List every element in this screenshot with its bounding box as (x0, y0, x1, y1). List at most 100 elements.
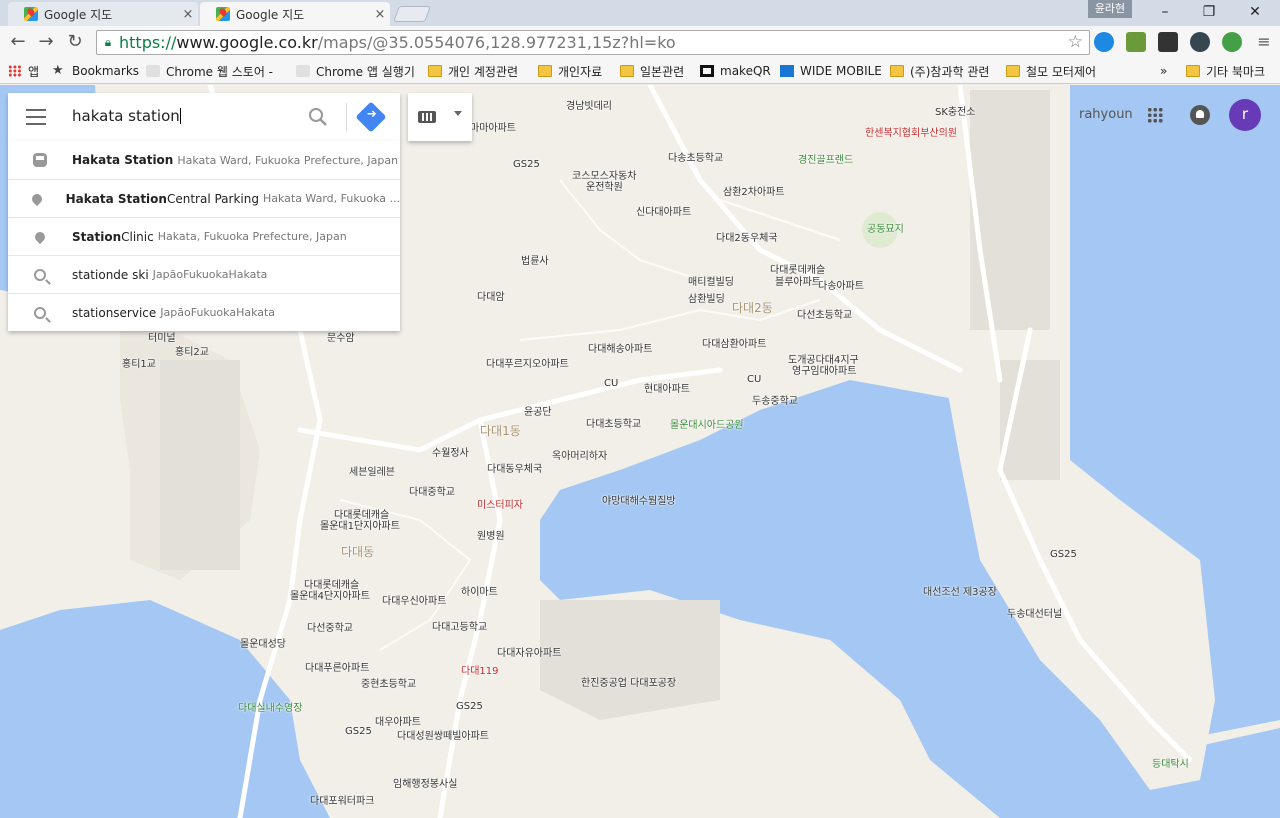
bookmarks-overflow-button[interactable]: » (1160, 62, 1167, 80)
map-label[interactable]: 한진중공업 다대포공장 (581, 674, 676, 689)
map-label[interactable]: 하이마트 (461, 583, 498, 598)
forward-icon[interactable]: → (34, 30, 58, 54)
map-label[interactable]: 다대암 (477, 288, 505, 303)
map-label[interactable]: 몰운대성당 (240, 635, 286, 650)
map-label[interactable]: 몰운대시아드공원 (670, 416, 744, 431)
map-label[interactable]: SK충전소 (935, 103, 976, 118)
suggestion-item[interactable]: station de ski JapãoFukuokaHakata (8, 255, 400, 293)
bookmark-folder[interactable]: 개인자료 (538, 62, 602, 80)
suggestion-item[interactable]: Hakata Station Hakata Ward, Fukuoka Prefe… (8, 141, 400, 179)
map-label[interactable]: 미스터피자 (477, 496, 523, 511)
bookmark-webstore[interactable]: Chrome 웹 스토어 - (146, 62, 273, 80)
map-label[interactable]: 다대자유아파트 (497, 644, 561, 659)
map-label[interactable]: 홍티1교 (122, 355, 156, 370)
search-input[interactable]: hakata station (72, 107, 181, 125)
bookmark-wide-mobile[interactable]: WIDE MOBILE (780, 62, 882, 80)
account-name[interactable]: rahyoun (1079, 107, 1133, 122)
map-label[interactable]: 현대아파트 (644, 380, 690, 395)
back-icon[interactable]: ← (6, 30, 30, 54)
notifications-icon[interactable] (1190, 105, 1210, 125)
map-label[interactable]: 법륜사 (521, 252, 549, 267)
map-label[interactable]: 경진골프랜드 (798, 151, 853, 166)
map-label[interactable]: 공동묘지 (867, 220, 904, 235)
map-label[interactable]: 블루아파트 (775, 273, 821, 288)
map-label[interactable]: GS25 (456, 701, 483, 712)
map-label[interactable]: 신다대아파트 (636, 203, 691, 218)
reload-icon[interactable]: ↻ (63, 30, 87, 54)
bookmark-folder[interactable]: 일본관련 (620, 62, 684, 80)
map-label[interactable]: 문수암 (327, 329, 355, 344)
map-label[interactable]: 영구임대아파트 (792, 362, 856, 377)
map-label[interactable]: 삼환2차아파트 (723, 183, 785, 198)
map-label[interactable]: 다선초등학교 (797, 306, 852, 321)
map-label[interactable]: GS25 (513, 159, 540, 170)
map-label[interactable]: 두송중학교 (752, 392, 798, 407)
extension-e-icon[interactable] (1190, 32, 1210, 52)
map-label[interactable]: 운전학원 (586, 178, 623, 193)
extension-green-icon[interactable] (1126, 32, 1146, 52)
map-label[interactable]: 대우아파트 (375, 713, 421, 728)
map-label[interactable]: 매티컬빌딩 (688, 273, 734, 288)
map-label[interactable]: GS25 (345, 726, 372, 737)
bookmark-folder[interactable]: 철모 모터제어 (1006, 62, 1096, 80)
map-label[interactable]: 윤공단 (524, 403, 552, 418)
directions-icon[interactable] (355, 101, 387, 133)
map-label[interactable]: 다대119 (461, 662, 499, 677)
map-label[interactable]: 수월정사 (432, 444, 469, 459)
map-label[interactable]: 등대탁시 (1152, 755, 1189, 770)
extension-leaf-icon[interactable] (1222, 32, 1242, 52)
map-label[interactable]: 다대푸른아파트 (305, 659, 369, 674)
map-label[interactable]: 다대푸르지오아파트 (486, 355, 569, 370)
map-label[interactable]: 다대성원쌍떼빌아파트 (397, 727, 489, 742)
extension-phone-icon[interactable] (1158, 32, 1178, 52)
map-label[interactable]: 다대고등학교 (432, 618, 487, 633)
extension-s-icon[interactable] (1094, 32, 1114, 52)
tab-google-maps-2[interactable]: Google 지도 × (200, 2, 390, 26)
map-label[interactable]: 임해행정봉사실 (393, 775, 457, 790)
chrome-menu-icon[interactable]: ≡ (1252, 30, 1276, 54)
map-label[interactable]: 다송아파트 (818, 277, 864, 292)
minimize-icon[interactable]: – (1142, 0, 1188, 24)
map-label[interactable]: 옥아머리하자 (552, 447, 607, 462)
map-label[interactable]: 삼환빌딩 (688, 290, 725, 305)
profile-badge[interactable]: 윤라현 (1088, 0, 1132, 18)
bookmark-app-launcher[interactable]: Chrome 앱 실행기 (296, 62, 415, 80)
menu-icon[interactable] (26, 109, 46, 125)
map-label[interactable]: 터미널 (148, 329, 176, 344)
restore-icon[interactable]: ❐ (1186, 0, 1232, 24)
tab-close-icon[interactable]: × (370, 7, 390, 22)
map-label[interactable]: 세븐일레븐 (349, 463, 395, 478)
map-label[interactable]: 야망대해수뭠질방 (602, 492, 676, 507)
map-label[interactable]: 원병원 (477, 527, 505, 542)
tab-close-icon[interactable]: × (178, 7, 198, 22)
map-label[interactable]: 다대동우체국 (487, 460, 542, 475)
avatar[interactable]: r (1229, 99, 1261, 131)
map-label[interactable]: 마마아파트 (470, 119, 516, 134)
map-label[interactable]: 다대포워터파크 (310, 792, 374, 807)
map-label[interactable]: 다대삼환아파트 (702, 335, 766, 350)
map-label[interactable]: GS25 (1050, 549, 1077, 560)
map-label[interactable]: 한센복지협회부산의원 (865, 124, 957, 139)
map-label[interactable]: 중현초등학교 (361, 675, 416, 690)
tab-google-maps-1[interactable]: Google 지도 × (8, 2, 198, 26)
map-label[interactable]: CU (604, 378, 618, 389)
suggestion-item[interactable]: Station Clinic Hakata, Fukuoka Prefecture… (8, 217, 400, 255)
map-label[interactable]: 몰운대4단지아파트 (290, 587, 370, 602)
map-label[interactable]: 다선중학교 (307, 619, 353, 634)
map-label[interactable]: 몰운대1단지아파트 (320, 517, 400, 532)
bookmark-folder[interactable]: 개인 계정관련 (428, 62, 518, 80)
search-icon[interactable] (308, 107, 328, 127)
map-label[interactable]: 다대실내수영장 (238, 699, 302, 714)
map-label[interactable]: 다송초등학교 (668, 149, 723, 164)
address-bar[interactable]: 🔒︎ https://www.google.co.kr/maps/@35.055… (96, 30, 1090, 55)
suggestion-item[interactable]: Hakata Station Central Parking Hakata War… (8, 179, 400, 217)
suggestion-item[interactable]: station service JapãoFukuokaHakata (8, 293, 400, 331)
map-area-label[interactable]: 다대1동 (480, 422, 521, 439)
map-area-label[interactable]: 다대동 (341, 543, 374, 560)
map-label[interactable]: 두송대선터널 (1007, 605, 1062, 620)
map-label[interactable]: 다대초등학교 (586, 415, 641, 430)
bookmark-other[interactable]: 기타 북마크 (1186, 62, 1265, 80)
map-label[interactable]: 대선조선 제3공장 (923, 583, 997, 598)
map-label[interactable]: 다대우신아파트 (382, 592, 446, 607)
bookmark-star-icon[interactable]: ☆ (1068, 32, 1083, 52)
